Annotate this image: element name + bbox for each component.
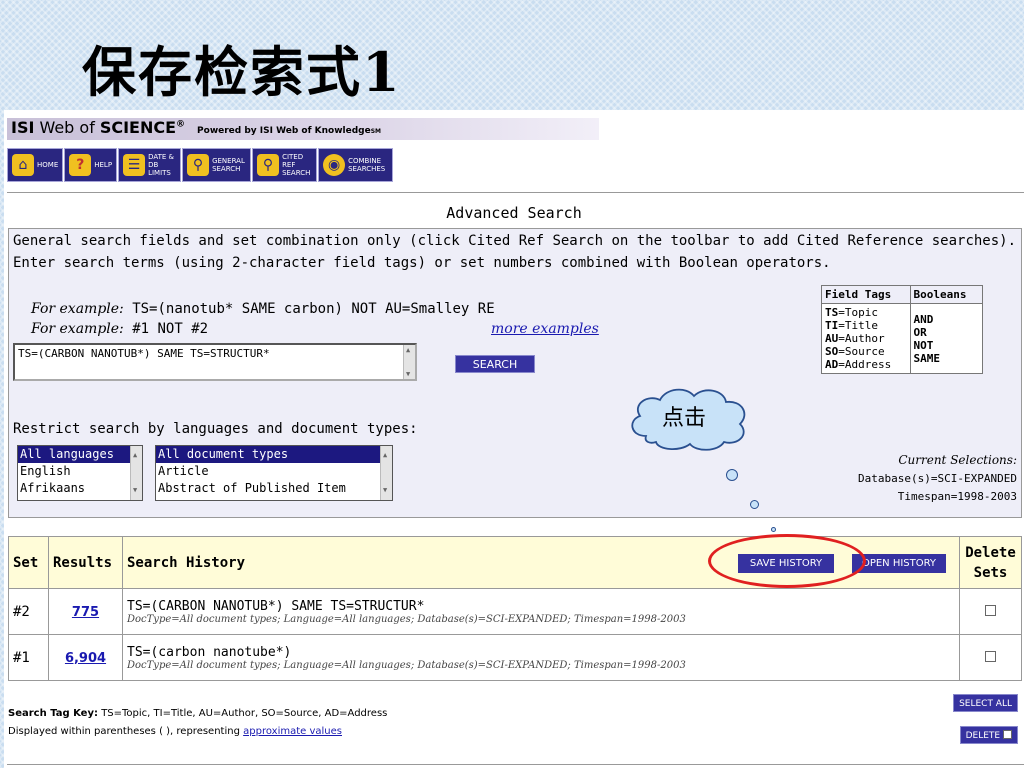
approximate-values-link[interactable]: approximate values (243, 726, 342, 737)
combine-searches-icon: ◉ (323, 154, 346, 176)
brand-web-of: Web of (39, 118, 95, 137)
results-link[interactable]: 775 (72, 605, 99, 620)
list-item[interactable]: Article (156, 463, 392, 480)
booleans-list: AND OR NOT SAME (909, 303, 983, 374)
approx-note: Displayed within parentheses ( ), repres… (8, 726, 342, 737)
list-item[interactable]: All document types (156, 446, 392, 463)
date-limits-button[interactable]: ☰ DATE & DB LIMITS (118, 148, 182, 182)
list-item[interactable]: Afrikaans (18, 480, 142, 497)
doctype-select[interactable]: All document types Article Abstract of P… (155, 445, 393, 501)
combine-searches-button[interactable]: ◉ COMBINE SEARCHES (318, 148, 394, 182)
example-1: For example: TS=(nanotub* SAME carbon) N… (31, 301, 495, 317)
list-item[interactable]: Abstract of Published Item (156, 480, 392, 497)
callout-label: 点击 (661, 406, 706, 431)
select-all-button[interactable]: SELECT ALL (953, 694, 1018, 712)
list-item[interactable]: English (18, 463, 142, 480)
home-button[interactable]: ⌂ HOME (7, 148, 64, 182)
field-tags-header: Field Tags (821, 285, 911, 304)
help-button[interactable]: ? HELP (64, 148, 118, 182)
more-examples-link[interactable]: more examples (491, 321, 599, 337)
intro-line-2: Enter search terms (using 2-character fi… (13, 255, 831, 271)
doctype-scrollbar[interactable] (380, 446, 392, 500)
cited-ref-search-button[interactable]: ⚲ CITED REF SEARCH (252, 148, 318, 182)
brand-science: SCIENCE® (99, 118, 186, 137)
browser-screenshot: ISI Web of SCIENCE® Powered by ISI Web o… (4, 110, 1024, 768)
slide-title: 保存检索式1 (82, 40, 402, 104)
delete-checkbox[interactable] (985, 604, 996, 616)
col-results: Results (48, 536, 123, 589)
delete-checkbox[interactable] (985, 650, 996, 662)
search-button[interactable]: SEARCH (455, 355, 535, 373)
callout-bubble (726, 469, 738, 481)
list-item[interactable]: All languages (18, 446, 142, 463)
delete-button[interactable]: DELETE (959, 726, 1018, 744)
table-row: #1 6,904 TS=(carbon nanotube*) DocType=A… (8, 634, 1022, 681)
home-icon: ⌂ (12, 154, 34, 176)
callout-bubble (750, 500, 759, 509)
callout-bubble (771, 527, 776, 532)
page-title: Advanced Search (446, 204, 582, 222)
powered-by: Powered by ISI Web of KnowledgeSM (197, 126, 381, 136)
divider (7, 192, 1024, 193)
language-scrollbar[interactable] (130, 446, 142, 500)
example-2: For example: #1 NOT #2 (31, 321, 209, 337)
history-details: DocType=All document types; Language=All… (127, 613, 686, 625)
brand-bar: ISI Web of SCIENCE® Powered by ISI Web o… (7, 118, 599, 140)
current-selections: Current Selections: Database(s)=SCI-EXPA… (858, 453, 1017, 503)
query-input[interactable]: TS=(CARBON NANOTUB*) SAME TS=STRUCTUR* (13, 343, 417, 381)
cited-ref-search-icon: ⚲ (257, 154, 280, 176)
search-form: General search fields and set combinatio… (8, 228, 1022, 518)
restrict-label: Restrict search by languages and documen… (13, 421, 418, 437)
date-limits-icon: ☰ (123, 154, 146, 176)
table-row: #2 775 TS=(CARBON NANOTUB*) SAME TS=STRU… (8, 588, 1022, 635)
divider (7, 764, 1024, 765)
col-delete-sets: Delete Sets (959, 536, 1022, 589)
field-tags-list: TS=Topic TI=Title AU=Author SO=Source AD… (821, 303, 911, 374)
delete-check-icon (1003, 730, 1012, 739)
open-history-button[interactable]: OPEN HISTORY (852, 554, 946, 573)
language-select[interactable]: All languages English Afrikaans (17, 445, 143, 501)
col-set: Set (8, 536, 49, 589)
search-tag-key: Search Tag Key: TS=Topic, TI=Title, AU=A… (8, 708, 388, 719)
booleans-header: Booleans (909, 285, 983, 304)
set-id: #1 (8, 634, 49, 681)
general-search-button[interactable]: ⚲ GENERAL SEARCH (182, 148, 252, 182)
toolbar: ⌂ HOME ? HELP ☰ DATE & DB LIMITS ⚲ GENER… (7, 148, 394, 184)
general-search-icon: ⚲ (187, 154, 210, 176)
history-query: TS=(carbon nanotube*) (127, 644, 292, 660)
set-id: #2 (8, 588, 49, 635)
intro-line-1: General search fields and set combinatio… (13, 233, 1017, 249)
history-details: DocType=All document types; Language=All… (127, 659, 686, 671)
history-query: TS=(CARBON NANOTUB*) SAME TS=STRUCTUR* (127, 598, 425, 614)
results-link[interactable]: 6,904 (65, 651, 106, 666)
highlight-ring (708, 534, 866, 588)
brand-isi: ISI (11, 118, 35, 137)
query-scrollbar[interactable] (403, 345, 415, 379)
field-tags-table: Field Tags Booleans TS=Topic TI=Title AU… (821, 285, 983, 374)
help-icon: ? (69, 154, 92, 176)
